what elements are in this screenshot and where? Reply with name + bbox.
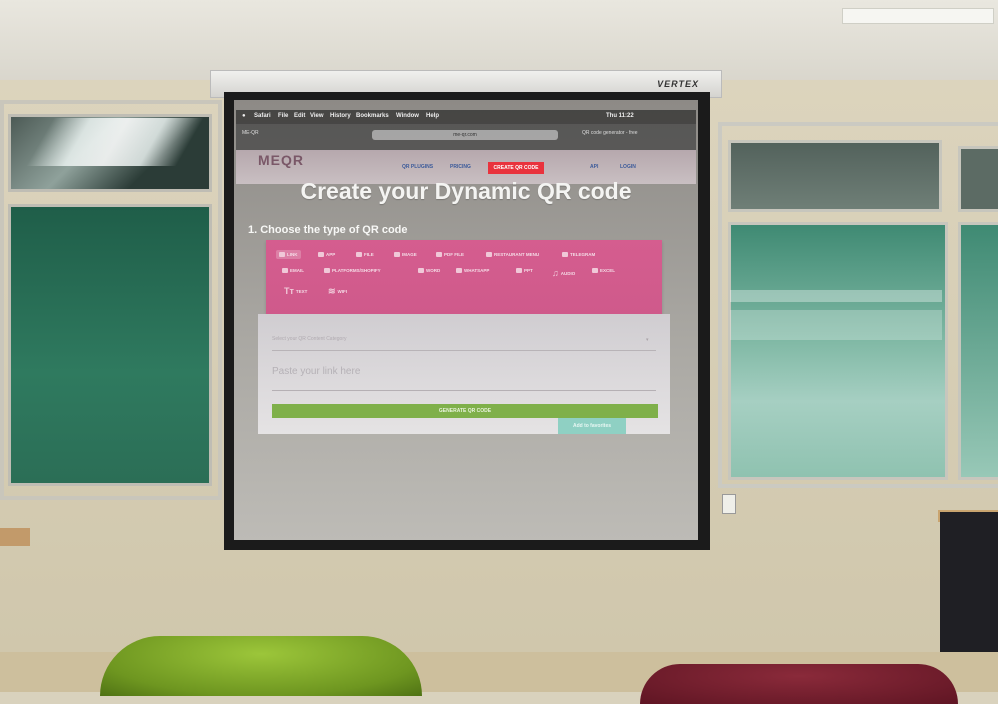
red-chair [640,664,958,704]
tab-left[interactable]: ME-QR [242,130,259,136]
qr-type-ppt[interactable]: PPT [516,268,533,273]
secondary-button[interactable]: Add to favorites [558,418,626,434]
menu-view[interactable]: View [310,113,324,119]
pdf-icon [436,252,442,257]
qr-type-platforms[interactable]: PLATFORMS/SHOPIFY [324,268,381,273]
menu-history[interactable]: History [330,113,351,119]
qr-type-whatsapp[interactable]: WHATSAPP [456,268,489,273]
ceiling-light [842,8,994,24]
qr-type-restaurant-menu[interactable]: RESTAURANT MENU [486,252,539,257]
menu-safari[interactable]: Safari [254,113,271,119]
section-title: 1. Choose the type of QR code [248,224,408,236]
qr-type-audio[interactable]: ♫ AUDIO [552,268,575,278]
projector-brand: VERTEX [657,79,699,89]
qr-type-word[interactable]: WORD [418,268,440,273]
nav-login[interactable]: LOGIN [620,164,636,170]
right-lower-window [728,222,948,480]
nav-pricing[interactable]: PRICING [450,164,471,170]
qr-type-pdf[interactable]: PDF FILE [436,252,464,257]
menu-bookmarks[interactable]: Bookmarks [356,113,389,119]
right-lower-window-2 [958,222,998,480]
chevron-down-icon[interactable]: ▾ [646,337,649,343]
qr-type-wifi[interactable]: ≋ WIFI [328,286,347,297]
qr-type-file[interactable]: FILE [356,252,374,257]
qr-type-email[interactable]: EMAIL [282,268,304,273]
whatsapp-icon [456,268,462,273]
generate-qr-button[interactable]: GENERATE QR CODE [272,404,658,418]
image-icon [394,252,400,257]
menu-help[interactable]: Help [426,113,439,119]
audio-icon: ♫ [552,268,559,278]
menu-file[interactable]: File [278,113,288,119]
menu-edit[interactable]: Edit [294,113,305,119]
select-underline [272,350,656,351]
link-icon [279,252,285,257]
right-upper-window-2 [958,146,998,212]
left-lower-window [8,204,212,486]
green-chair [100,636,422,696]
qr-type-image[interactable]: IMAGE [394,252,417,257]
desk-left [0,528,30,546]
site-logo[interactable]: MEQR [258,152,304,168]
word-icon [418,268,424,273]
right-upper-window [728,140,942,212]
category-select[interactable]: Select your QR Content Category [272,336,346,342]
platforms-icon [324,268,330,273]
email-icon [282,268,288,273]
apple-icon[interactable]: ● [242,113,246,119]
input-underline [272,390,656,391]
menu-icon [486,252,492,257]
link-input[interactable]: Paste your link here [272,366,360,377]
menu-window[interactable]: Window [396,113,419,119]
telegram-icon [562,252,568,257]
address-bar[interactable]: me-qr.com [372,130,558,140]
qr-type-telegram[interactable]: TELEGRAM [562,252,595,257]
window-reflection [26,118,204,166]
excel-icon [592,268,598,273]
qr-type-excel[interactable]: EXCEL [592,268,615,273]
nav-qr-plugins[interactable]: QR PLUGINS [402,164,433,170]
qr-type-app[interactable]: APP [318,252,335,257]
frosted-band [730,310,942,340]
nav-create-qr-button[interactable]: CREATE QR CODE [488,162,544,174]
wifi-icon: ≋ [328,286,336,296]
text-icon: Tт [284,286,294,296]
status-clock: Thu 11:22 [606,113,634,119]
qr-type-panel: LINK APP FILE IMAGE PDF FILE RESTAURANT … [266,240,662,314]
qr-type-link[interactable]: LINK [276,250,301,259]
page-title: Create your Dynamic QR code [300,178,632,204]
tab-right[interactable]: QR code generator - free [582,130,638,136]
ppt-icon [516,268,522,273]
file-icon [356,252,362,257]
app-icon [318,252,324,257]
qr-type-text[interactable]: Tт TEXT [284,286,307,296]
frosted-stripe [730,290,942,302]
nav-api[interactable]: API [590,164,598,170]
wall-outlet [722,494,736,514]
mac-menubar: ● Safari File Edit View History Bookmark… [236,110,696,124]
